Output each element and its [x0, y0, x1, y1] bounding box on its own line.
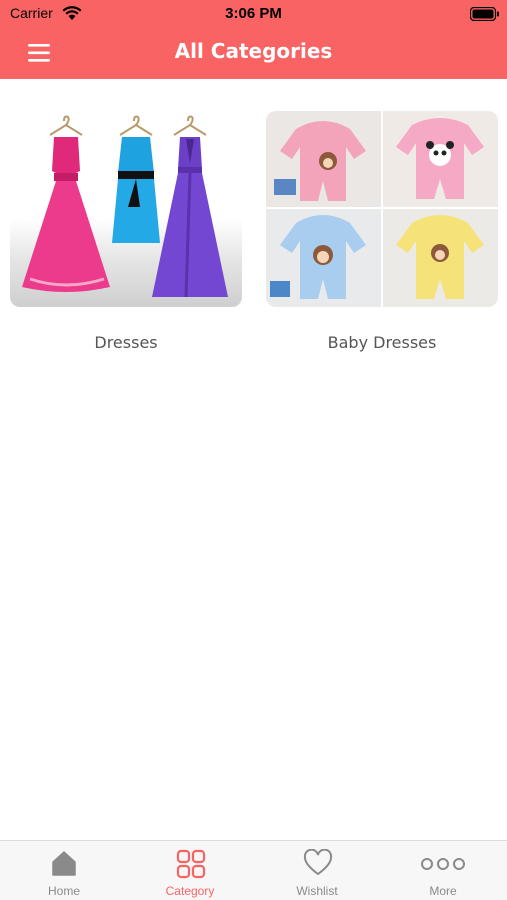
- page-title: All Categories: [174, 39, 333, 63]
- tab-label: More: [429, 884, 457, 898]
- category-label: Baby Dresses: [327, 333, 437, 352]
- tab-home[interactable]: Home: [1, 841, 127, 900]
- category-card-baby-dresses[interactable]: Baby Dresses: [266, 111, 498, 352]
- dresses-image: [10, 111, 242, 307]
- status-time: 3:06 PM: [225, 5, 282, 22]
- battery-icon: [470, 7, 499, 21]
- hamburger-menu-icon: [28, 44, 50, 62]
- app-bar: All Categories: [0, 28, 507, 79]
- tab-category[interactable]: Category: [127, 841, 253, 900]
- tab-more[interactable]: More: [380, 841, 506, 900]
- home-icon: [52, 851, 76, 876]
- tab-label: Category: [165, 884, 215, 898]
- heart-icon: [303, 849, 333, 876]
- category-card-dresses[interactable]: Dresses: [10, 111, 242, 352]
- menu-button[interactable]: [22, 40, 56, 66]
- more-icon: [421, 858, 465, 870]
- category-label: Dresses: [94, 333, 158, 352]
- baby-dresses-image: [266, 111, 498, 307]
- tab-wishlist[interactable]: Wishlist: [254, 841, 380, 900]
- status-bar: Carrier 3:06 PM: [0, 0, 507, 28]
- grid-icon: [176, 849, 206, 879]
- tab-label: Home: [47, 884, 80, 898]
- tab-label: Wishlist: [296, 884, 338, 898]
- bottom-tab-bar: Home Category Wishlist More: [0, 840, 507, 900]
